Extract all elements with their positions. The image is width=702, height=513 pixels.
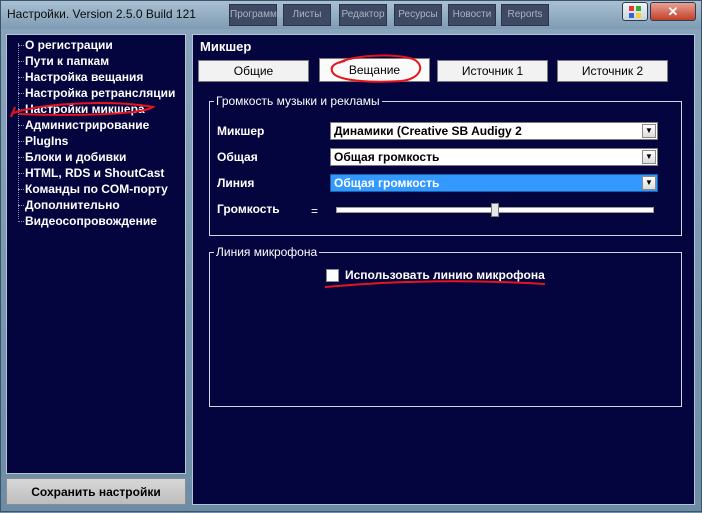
title-bar: Настройки. Version 2.5.0 Build 121 Прогр…	[1, 1, 701, 29]
nav-item-relay-settings[interactable]: Настройка ретрансляции	[7, 85, 185, 101]
nav-item-folder-paths[interactable]: Пути к папкам	[7, 53, 185, 69]
mixer-panel: Микшер Общие Вещание Источник 1 Источник…	[192, 34, 695, 505]
help-button[interactable]	[622, 2, 648, 21]
section-title: Микшер	[200, 39, 252, 54]
group-legend: Громкость музыки и рекламы	[214, 94, 382, 108]
volume-equals-sign: =	[311, 204, 319, 218]
help-icon	[629, 5, 641, 18]
line-volume-select[interactable]: Общая громкость ▼	[330, 174, 658, 192]
nav-item-additional[interactable]: Дополнительно	[7, 197, 185, 213]
close-icon: ✕	[667, 3, 679, 19]
group-legend: Линия микрофона	[214, 245, 320, 259]
nav-list: О регистрации Пути к папкам Настройка ве…	[7, 35, 185, 229]
music-volume-group: Громкость музыки и рекламы Микшер Динами…	[209, 94, 682, 236]
general-label: Общая	[217, 150, 258, 164]
nav-item-blocks[interactable]: Блоки и добивки	[7, 149, 185, 165]
settings-nav-tree: О регистрации Пути к папкам Настройка ве…	[6, 34, 186, 474]
background-tab: Ресурсы	[394, 4, 442, 26]
background-tab: Редактор	[339, 4, 387, 26]
nav-item-registration[interactable]: О регистрации	[7, 37, 185, 53]
tab-broadcast[interactable]: Вещание	[319, 58, 430, 82]
save-settings-button[interactable]: Сохранить настройки	[6, 478, 186, 505]
tab-source-1[interactable]: Источник 1	[437, 60, 548, 82]
mic-line-group: Линия микрофона Использовать линию микро…	[209, 245, 682, 407]
mixer-label: Микшер	[217, 124, 265, 138]
chevron-down-icon: ▼	[642, 124, 656, 138]
use-mic-label[interactable]: Использовать линию микрофона	[345, 268, 545, 282]
nav-item-mixer-settings[interactable]: Настройки микшера	[7, 101, 185, 117]
nav-item-broadcast-settings[interactable]: Настройка вещания	[7, 69, 185, 85]
chevron-down-icon: ▼	[642, 150, 656, 164]
volume-label: Громкость	[217, 202, 280, 216]
background-tab: Reports	[501, 4, 549, 26]
nav-item-plugins[interactable]: PlugIns	[7, 133, 185, 149]
close-button[interactable]: ✕	[650, 2, 696, 21]
use-mic-checkbox[interactable]	[326, 269, 339, 282]
line-label: Линия	[217, 176, 255, 190]
tab-general[interactable]: Общие	[198, 60, 309, 82]
volume-slider-thumb[interactable]	[491, 203, 499, 217]
mixer-select[interactable]: Динамики (Creative SB Audigy 2 ▼	[330, 122, 658, 140]
general-select-value: Общая громкость	[334, 150, 440, 164]
mixer-select-value: Динамики (Creative SB Audigy 2	[334, 124, 522, 138]
nav-item-com-port[interactable]: Команды по COM-порту	[7, 181, 185, 197]
background-tab: Программа	[229, 4, 282, 26]
chevron-down-icon: ▼	[642, 176, 656, 190]
background-tab: Новости	[448, 4, 496, 26]
line-select-value: Общая громкость	[334, 176, 440, 190]
nav-item-administration[interactable]: Администрирование	[7, 117, 185, 133]
settings-window: Настройки. Version 2.5.0 Build 121 Прогр…	[0, 0, 702, 512]
general-volume-select[interactable]: Общая громкость ▼	[330, 148, 658, 166]
window-title: Настройки. Version 2.5.0 Build 121	[7, 7, 196, 21]
nav-item-html-rds[interactable]: HTML, RDS и ShoutCast	[7, 165, 185, 181]
nav-item-video[interactable]: Видеосопровождение	[7, 213, 185, 229]
tab-source-2[interactable]: Источник 2	[557, 60, 668, 82]
background-tab: Листы	[283, 4, 331, 26]
